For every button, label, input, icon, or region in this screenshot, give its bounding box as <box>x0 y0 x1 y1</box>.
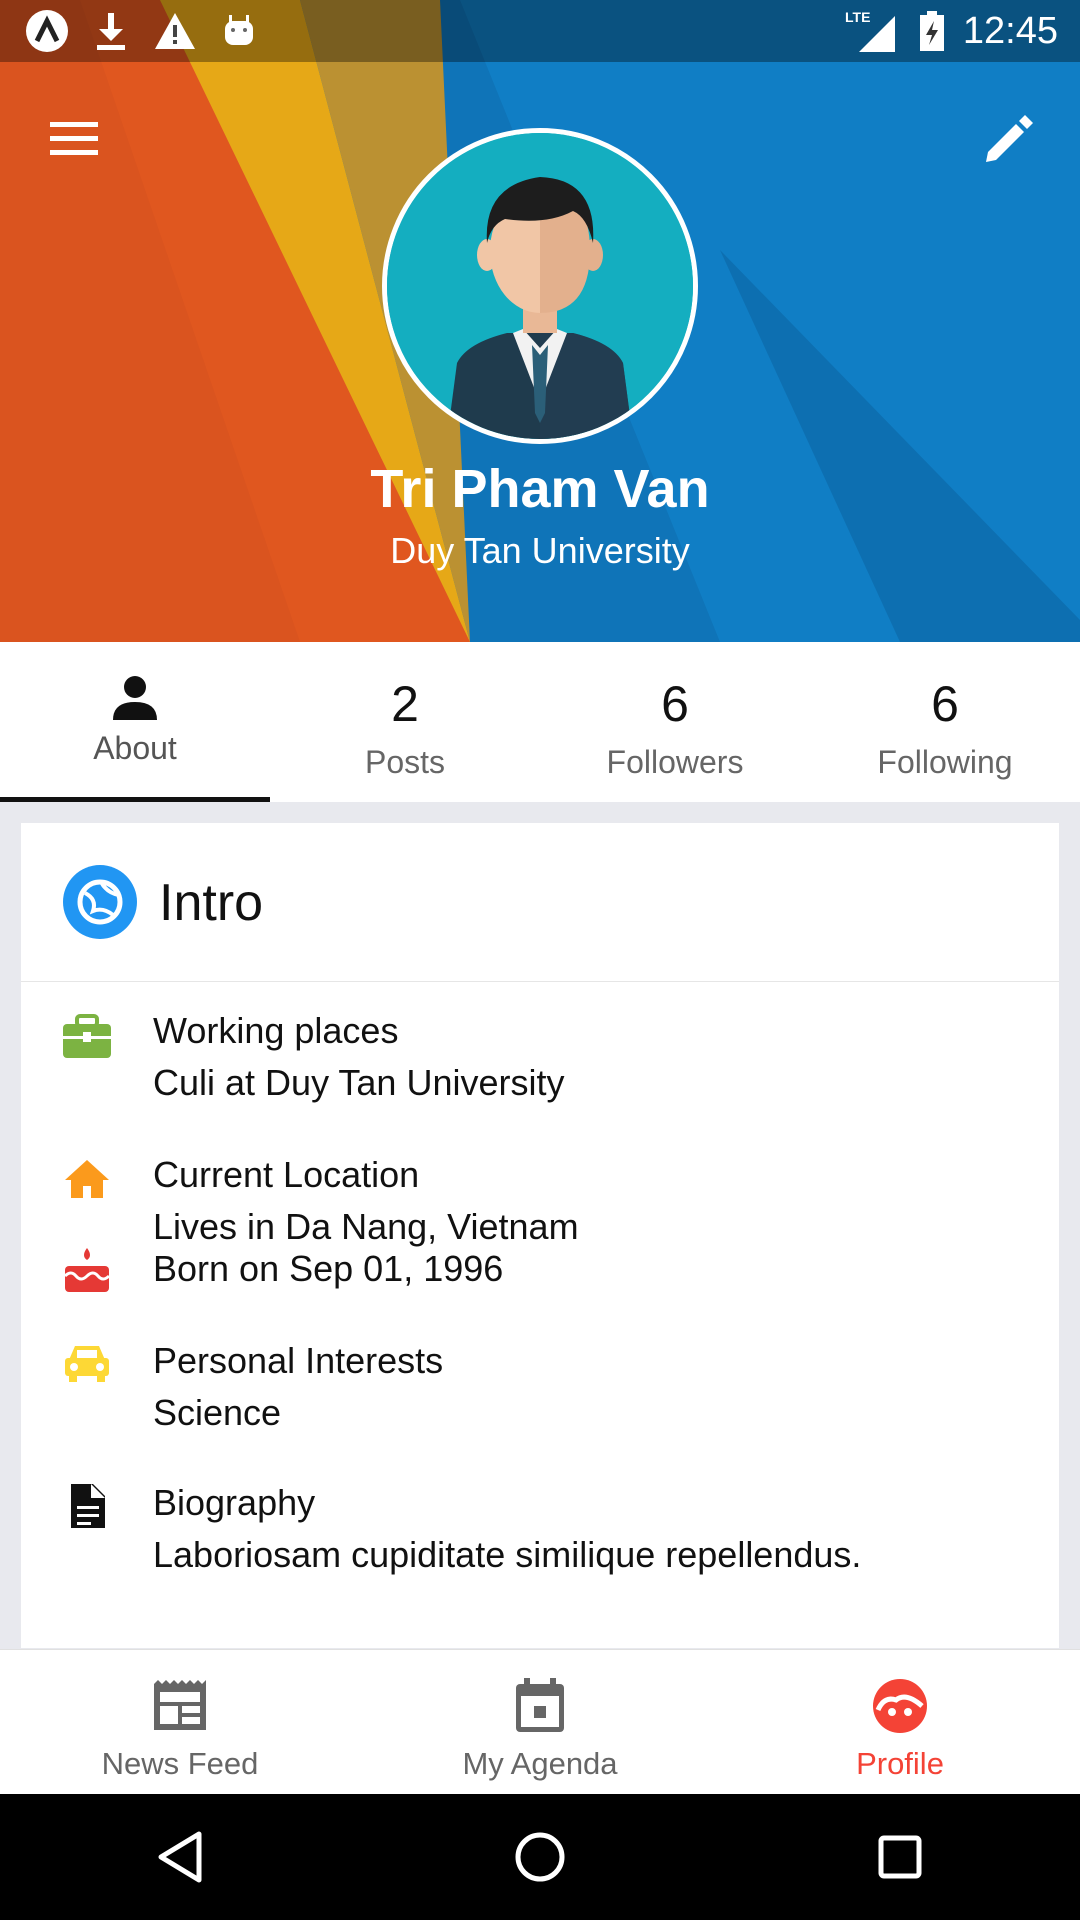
intro-card: Intro Working places Culi at Duy Tan Uni… <box>21 823 1059 1648</box>
intro-item-title: Current Location <box>153 1154 420 1195</box>
system-navigation-bar <box>0 1794 1080 1920</box>
intro-item-title: Born on Sep 01, 1996 <box>153 1248 504 1289</box>
intro-card-header: Intro <box>21 823 1059 982</box>
intro-item-title: Personal Interests <box>153 1340 444 1381</box>
following-count: 6 <box>931 676 959 732</box>
nav-profile-label: Profile <box>856 1746 944 1781</box>
posts-count: 2 <box>391 676 419 732</box>
intro-title: Intro <box>159 874 264 932</box>
tab-followers[interactable]: 6 Followers <box>540 642 810 802</box>
home-circle-icon <box>515 1832 565 1882</box>
document-icon <box>71 1484 105 1528</box>
recents-button[interactable] <box>865 1822 935 1892</box>
tab-about-label: About <box>93 730 177 766</box>
hamburger-menu-icon <box>50 122 98 155</box>
back-button[interactable] <box>145 1822 215 1892</box>
tab-following[interactable]: 6 Following <box>810 642 1080 802</box>
profile-header: Tri Pham Van Duy Tan University <box>0 0 1080 642</box>
bottom-navigation: News Feed My Agenda Profile <box>0 1649 1080 1795</box>
pencil-edit-icon <box>986 115 1033 162</box>
status-clock: 12:45 <box>962 9 1058 52</box>
android-icon <box>216 8 262 54</box>
nav-news-feed[interactable]: News Feed <box>0 1650 360 1795</box>
menu-button[interactable] <box>40 112 108 166</box>
svg-text:LTE: LTE <box>845 9 870 25</box>
tab-about[interactable]: About <box>0 642 270 802</box>
download-icon <box>88 8 134 54</box>
tab-following-label: Following <box>877 744 1013 780</box>
newspaper-icon <box>154 1680 206 1730</box>
calendar-icon <box>516 1678 564 1732</box>
intro-item-title: Biography <box>153 1482 316 1523</box>
briefcase-icon <box>63 1014 111 1058</box>
globe-icon <box>63 865 137 939</box>
edit-profile-button[interactable] <box>976 108 1040 172</box>
intro-item-value: Laboriosam cupiditate similique repellen… <box>153 1534 862 1575</box>
avatar[interactable] <box>382 128 698 444</box>
tab-posts-label: Posts <box>364 744 446 780</box>
profile-name: Tri Pham Van <box>370 459 710 519</box>
followers-count: 6 <box>661 676 689 732</box>
warning-icon <box>152 8 198 54</box>
battery-charging-icon <box>915 8 949 54</box>
nav-my-agenda-label: My Agenda <box>462 1746 618 1781</box>
profile-face-icon <box>873 1679 927 1733</box>
intro-item-value: Science <box>153 1392 282 1433</box>
app-launcher-icon <box>24 8 70 54</box>
person-icon <box>113 676 157 720</box>
home-button[interactable] <box>505 1822 575 1892</box>
back-icon <box>158 1831 202 1883</box>
intro-item-value: Lives in Da Nang, Vietnam <box>153 1206 579 1247</box>
nav-news-feed-label: News Feed <box>101 1746 259 1781</box>
recents-icon <box>878 1835 922 1879</box>
intro-item-value: Culi at Duy Tan University <box>153 1062 565 1103</box>
home-icon <box>65 1160 109 1198</box>
intro-item-title: Working places <box>153 1010 399 1051</box>
active-tab-indicator <box>0 797 270 802</box>
avatar-illustration <box>387 133 693 439</box>
tab-posts[interactable]: 2 Posts <box>270 642 540 802</box>
profile-tabs: About 2 Posts 6 Followers 6 Following <box>0 642 1080 802</box>
nav-my-agenda[interactable]: My Agenda <box>360 1650 720 1795</box>
lte-signal-icon: LTE <box>845 8 901 54</box>
cake-icon <box>63 1248 111 1292</box>
profile-organization: Duy Tan University <box>390 530 690 571</box>
tab-followers-label: Followers <box>606 744 744 780</box>
status-bar: LTE 12:45 <box>0 0 1080 62</box>
nav-profile[interactable]: Profile <box>720 1650 1080 1795</box>
car-icon <box>65 1346 109 1382</box>
